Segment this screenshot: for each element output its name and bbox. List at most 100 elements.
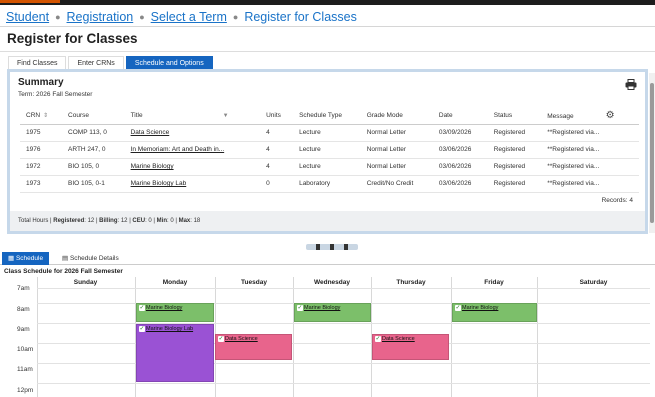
grid-line	[293, 277, 294, 397]
grid-line	[37, 288, 650, 289]
column-header-message[interactable]: Message ⚙	[541, 107, 639, 125]
footer-billing-value: : 12 |	[117, 218, 133, 224]
hours-footer: Total Hours | Registered: 12 | Billing: …	[10, 211, 645, 231]
grid-line	[451, 277, 452, 397]
table-row: 1973 BIO 105, 0-1 Marine Biology Lab 0 L…	[20, 175, 639, 193]
footer-registered-value: : 12 |	[84, 218, 100, 224]
sort-icon: ⇕	[43, 112, 49, 119]
breadcrumb-registration[interactable]: Registration	[67, 10, 134, 24]
course-title-link[interactable]: Data Science	[131, 129, 170, 136]
scrollbar-thumb[interactable]	[650, 83, 654, 223]
print-icon[interactable]	[625, 79, 637, 90]
cell-schedule-type: Laboratory	[293, 175, 361, 193]
records-count: Records: 4	[601, 197, 633, 204]
footer-registered-label: Registered	[53, 218, 85, 224]
cell-schedule-type: Lecture	[293, 158, 361, 176]
event-label: Marine Biology	[304, 305, 341, 311]
time-label: 8am	[17, 306, 30, 313]
check-icon: ✓	[375, 336, 381, 342]
footer-billing-label: Billing	[99, 218, 118, 224]
day-header-tuesday: Tuesday	[241, 279, 267, 286]
cell-grade-mode: Normal Letter	[360, 124, 433, 142]
column-header-title[interactable]: Title ▼	[124, 107, 261, 125]
day-header-wednesday: Wednesday	[313, 279, 350, 286]
schedule-event[interactable]: ✓Marine Biology Lab	[136, 324, 214, 382]
cell-course: BIO 105, 0-1	[62, 175, 125, 193]
cell-title: In Memoriam: Art and Death in...	[124, 141, 261, 159]
breadcrumb: Student ● Registration ● Select a Term ●…	[6, 9, 357, 25]
cell-message: **Registered via...	[541, 158, 639, 176]
table-row: 1975 COMP 113, 0 Data Science 4 Lecture …	[20, 124, 639, 142]
breadcrumb-separator-icon: ●	[139, 12, 145, 22]
schedule-event[interactable]: ✓Marine Biology	[136, 303, 214, 322]
sort-desc-icon: ▼	[222, 112, 229, 119]
term-label: Term: 2026 Fall Semester	[18, 91, 93, 98]
splitter-down-icon[interactable]	[344, 244, 348, 250]
tab-schedule[interactable]: ▦ Schedule	[2, 252, 50, 265]
schedule-event[interactable]: ✓Marine Biology	[452, 303, 537, 322]
breadcrumb-separator-icon: ●	[55, 12, 61, 22]
schedule-calendar: Sunday Monday Tuesday Wednesday Thursday…	[0, 277, 650, 397]
table-row: 1972 BIO 105, 0 Marine Biology 4 Lecture…	[20, 158, 639, 176]
cell-course: ARTH 247, 0	[62, 141, 125, 159]
cell-units: 0	[260, 175, 294, 193]
cell-course: COMP 113, 0	[62, 124, 125, 142]
tab-bar: Find Classes Enter CRNs Schedule and Opt…	[8, 56, 215, 69]
tab-schedule-details[interactable]: ▤ Schedule Details	[56, 252, 125, 265]
cell-grade-mode: Normal Letter	[360, 141, 433, 159]
cell-message: **Registered via...	[541, 175, 639, 193]
tab-schedule-and-options[interactable]: Schedule and Options	[125, 56, 213, 69]
cell-date: 03/06/2026	[432, 141, 488, 159]
event-label: Marine Biology	[462, 305, 499, 311]
cell-schedule-type: Lecture	[293, 124, 361, 142]
footer-max-value: : 18	[190, 218, 201, 224]
course-title-link[interactable]: Marine Biology Lab	[131, 180, 187, 187]
course-title-link[interactable]: Marine Biology	[131, 163, 174, 170]
time-label: 7am	[17, 285, 30, 292]
schedule-event[interactable]: ✓Data Science	[215, 334, 292, 360]
cell-date: 03/06/2026	[432, 175, 488, 193]
cell-message: **Registered via...	[541, 124, 639, 142]
tab-schedule-details-label: Schedule Details	[69, 255, 119, 262]
cell-crn: 1972	[20, 158, 63, 176]
schedule-event[interactable]: ✓Marine Biology	[294, 303, 371, 322]
column-header-units[interactable]: Units	[260, 107, 294, 125]
gear-icon[interactable]: ⚙	[606, 110, 615, 121]
tab-find-classes[interactable]: Find Classes	[8, 56, 67, 69]
brand-accent	[0, 0, 60, 3]
cell-grade-mode: Normal Letter	[360, 158, 433, 176]
event-label: Data Science	[225, 336, 258, 342]
panel-splitter[interactable]	[306, 244, 358, 250]
cell-title: Data Science	[124, 124, 261, 142]
day-header-monday: Monday	[162, 279, 188, 286]
divider	[0, 51, 655, 52]
footer-ceu-label: CEU	[132, 218, 146, 224]
vertical-scrollbar[interactable]	[649, 73, 655, 233]
bottom-tab-bar: ▦ Schedule ▤ Schedule Details	[0, 252, 655, 265]
check-icon: ✓	[455, 305, 461, 311]
column-header-date[interactable]: Date	[432, 107, 488, 125]
event-label: Marine Biology Lab	[146, 326, 194, 332]
tab-enter-crns[interactable]: Enter CRNs	[68, 56, 124, 69]
splitter-grip-icon[interactable]	[330, 244, 334, 250]
grid-line	[37, 383, 650, 384]
breadcrumb-student[interactable]: Student	[6, 10, 49, 24]
column-header-course[interactable]: Course	[62, 107, 125, 125]
cell-crn: 1976	[20, 141, 63, 159]
column-header-crn[interactable]: CRN ⇕	[20, 107, 63, 125]
event-label: Marine Biology	[146, 305, 183, 311]
column-header-status[interactable]: Status	[487, 107, 542, 125]
breadcrumb-select-term[interactable]: Select a Term	[151, 10, 227, 24]
breadcrumb-current: Register for Classes	[244, 10, 357, 24]
column-header-schedule-type[interactable]: Schedule Type	[293, 107, 361, 125]
course-title-link[interactable]: In Memoriam: Art and Death in...	[131, 146, 225, 153]
cell-status: Registered	[487, 175, 542, 193]
day-header-sunday: Sunday	[73, 279, 98, 286]
breadcrumb-separator-icon: ●	[232, 12, 239, 22]
schedule-event[interactable]: ✓Data Science	[372, 334, 449, 360]
column-header-grade-mode[interactable]: Grade Mode	[360, 107, 433, 125]
time-label: 12pm	[17, 387, 34, 394]
day-header-saturday: Saturday	[579, 279, 608, 286]
schedule-title: Class Schedule for 2026 Fall Semester	[4, 268, 123, 275]
splitter-up-icon[interactable]	[316, 244, 320, 250]
